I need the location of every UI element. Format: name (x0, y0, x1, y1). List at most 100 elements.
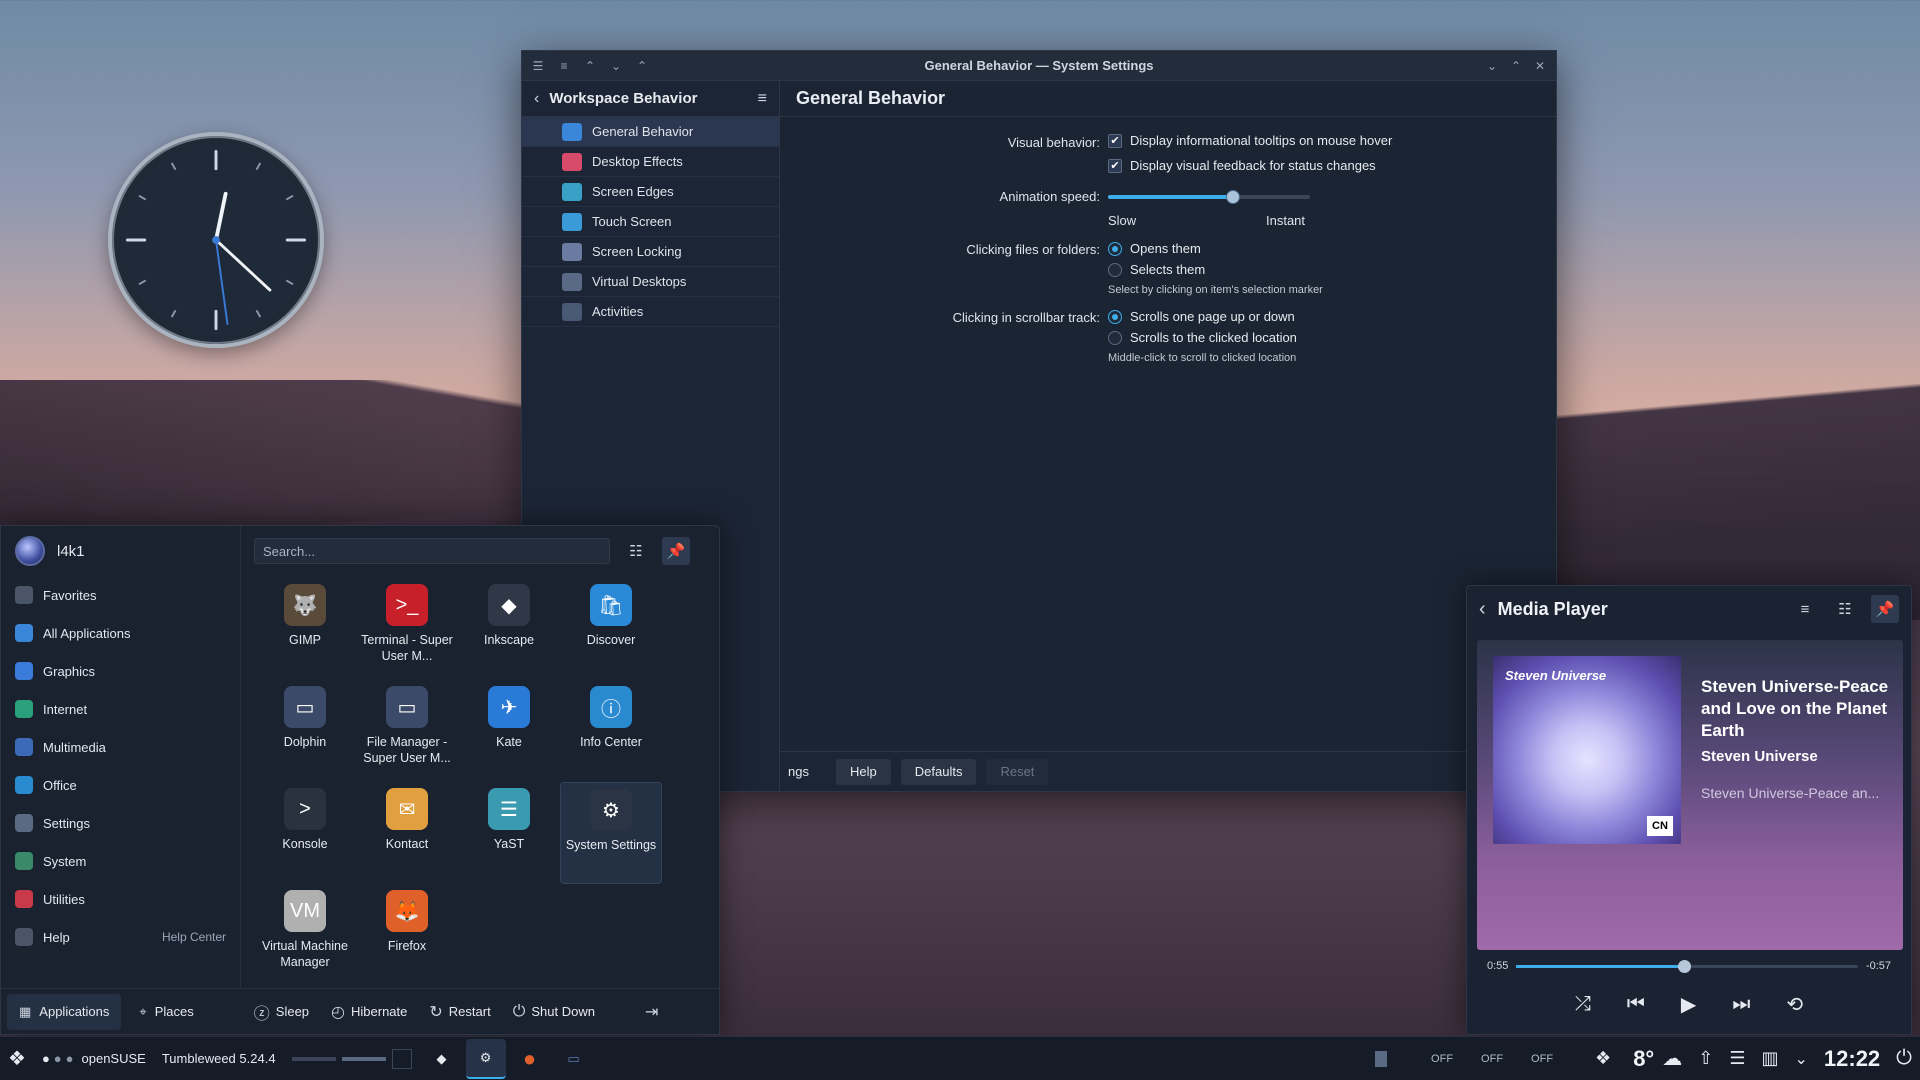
minimize-icon[interactable]: ⌄ (1482, 56, 1502, 76)
taskbar-dolphin[interactable]: ▭ (554, 1039, 594, 1079)
scroll-location-radio[interactable] (1108, 330, 1122, 345)
launcher-button[interactable]: ❖ (0, 1037, 34, 1080)
seek-slider[interactable] (1516, 959, 1858, 973)
pager[interactable] (284, 1037, 420, 1080)
app-inkscape[interactable]: ◆ Inkscape (458, 578, 560, 680)
app-menu-icon[interactable]: ☰ (528, 56, 548, 76)
scroll-page-radio[interactable] (1108, 309, 1122, 324)
category-favorites[interactable]: Favorites (1, 576, 240, 614)
sidebar-item-touch-screen[interactable]: Touch Screen (522, 207, 779, 237)
weather-cloud-icon[interactable]: ☁ (1654, 1037, 1690, 1080)
configure-icon[interactable]: ☷ (1831, 595, 1859, 623)
opens-them-radio[interactable] (1108, 241, 1122, 256)
app-terminal-super-user-m-[interactable]: >_ Terminal - Super User M... (356, 578, 458, 680)
leave-button[interactable]: ⇥ (645, 1002, 658, 1022)
defaults-button[interactable]: Defaults (900, 758, 977, 785)
seek-handle[interactable] (1677, 959, 1691, 973)
network-icon[interactable]: ☰ (1721, 1037, 1753, 1080)
keep-above-icon[interactable]: ⌃ (580, 56, 600, 76)
tooltip-checkbox[interactable]: ✔ (1108, 133, 1122, 148)
app-firefox[interactable]: 🦊 Firefox (356, 884, 458, 986)
search-input[interactable]: Search... (254, 538, 610, 564)
help-button[interactable]: Help (836, 758, 891, 785)
app-gimp[interactable]: 🐺 GIMP (254, 578, 356, 680)
category-multimedia[interactable]: Multimedia (1, 728, 240, 766)
app-kate[interactable]: ✈ Kate (458, 680, 560, 782)
pin-icon[interactable]: 📌 (662, 537, 690, 565)
kde-connect-icon[interactable]: ❖ (1587, 1037, 1619, 1080)
sidebar-item-virtual-desktops[interactable]: Virtual Desktops (522, 267, 779, 297)
power-icon[interactable]: ⏻ (1888, 1037, 1920, 1080)
selects-them-label[interactable]: Selects them (1130, 262, 1205, 277)
app-file-manager-super-user-m-[interactable]: ▭ File Manager - Super User M... (356, 680, 458, 782)
app-discover[interactable]: 🛍 Discover (560, 578, 662, 680)
applications-tab[interactable]: ▦ Applications (7, 993, 122, 1030)
menu-icon[interactable]: ≡ (1791, 595, 1819, 623)
shade-icon[interactable]: ⌃ (632, 56, 652, 76)
category-settings[interactable]: Settings (1, 804, 240, 842)
footer-partial-label[interactable]: ngs (788, 764, 836, 779)
places-tab[interactable]: ⌖ Places (127, 994, 205, 1030)
previous-icon[interactable]: ⏮ (1627, 993, 1645, 1016)
back-arrow-icon[interactable]: ‹ (1479, 598, 1486, 621)
category-internet[interactable]: Internet (1, 690, 240, 728)
toggle-off-1[interactable]: OFF (1431, 1053, 1453, 1065)
configure-icon[interactable]: ☷ (622, 537, 650, 565)
maximize-icon[interactable]: ⌃ (1506, 56, 1526, 76)
tooltip-option-label[interactable]: Display informational tooltips on mouse … (1130, 133, 1392, 148)
app-info-center[interactable]: ⓘ Info Center (560, 680, 662, 782)
feedback-checkbox[interactable]: ✔ (1108, 158, 1122, 173)
menu-icon[interactable]: ≡ (554, 56, 574, 76)
app-kontact[interactable]: ✉ Kontact (356, 782, 458, 884)
media-player-widget[interactable]: ‹ Media Player ≡ ☷ 📌 Steven Universe CN … (1466, 585, 1912, 1035)
restart-button[interactable]: ↻ Restart (429, 1002, 490, 1022)
animation-speed-slider[interactable] (1108, 190, 1310, 204)
avatar[interactable] (15, 536, 45, 566)
scroll-page-label[interactable]: Scrolls one page up or down (1130, 309, 1295, 324)
temperature[interactable]: 8° (1633, 1046, 1654, 1072)
window-titlebar[interactable]: ☰ ≡ ⌃ ⌄ ⌃ General Behavior — System Sett… (522, 51, 1556, 81)
hibernate-button[interactable]: ◴ Hibernate (331, 1002, 407, 1022)
category-all-applications[interactable]: All Applications (1, 614, 240, 652)
sidebar-item-desktop-effects[interactable]: Desktop Effects (522, 147, 779, 177)
app-dolphin[interactable]: ▭ Dolphin (254, 680, 356, 782)
selects-them-radio[interactable] (1108, 262, 1122, 277)
toggle-off-3[interactable]: OFF (1531, 1053, 1553, 1065)
hamburger-menu-icon[interactable]: ≡ (758, 90, 767, 108)
category-utilities[interactable]: Utilities (1, 880, 240, 918)
taskbar-firefox[interactable]: ● (510, 1039, 550, 1079)
sleep-button[interactable]: ⓩ Sleep (254, 1000, 309, 1024)
toggle-off-2[interactable]: OFF (1481, 1053, 1503, 1065)
category-graphics[interactable]: Graphics (1, 652, 240, 690)
shutdown-button[interactable]: ⏻ Shut Down (513, 1003, 595, 1021)
app-system-settings[interactable]: ⚙ System Settings (560, 782, 662, 884)
keep-below-icon[interactable]: ⌄ (606, 56, 626, 76)
application-launcher[interactable]: l4k1 Favorites All Applications Graphics In… (0, 525, 720, 1035)
app-virtual-machine-manager[interactable]: VM Virtual Machine Manager (254, 884, 356, 986)
pin-icon[interactable]: 📌 (1871, 595, 1899, 623)
sidebar-item-activities[interactable]: Activities (522, 297, 779, 327)
clipboard-icon[interactable]: ▥ (1753, 1037, 1786, 1080)
taskbar-system-settings[interactable]: ⚙ (465, 1038, 506, 1079)
play-icon[interactable]: ▶ (1681, 992, 1696, 1017)
taskbar-inkscape[interactable]: ◆ (422, 1039, 462, 1079)
app-yast[interactable]: ☰ YaST (458, 782, 560, 884)
sidebar-item-screen-locking[interactable]: Screen Locking (522, 237, 779, 267)
app-konsole[interactable]: > Konsole (254, 782, 356, 884)
back-arrow-icon[interactable]: ‹ (534, 90, 539, 108)
feedback-option-label[interactable]: Display visual feedback for status chang… (1130, 158, 1376, 173)
digital-clock[interactable]: 12:22 (1816, 1046, 1888, 1072)
updates-icon[interactable]: ⇧ (1690, 1037, 1721, 1080)
shuffle-icon[interactable]: ⤮ (1575, 993, 1591, 1016)
slider-handle[interactable] (1226, 190, 1241, 204)
analog-clock-widget[interactable] (108, 132, 324, 348)
sidebar-item-screen-edges[interactable]: Screen Edges (522, 177, 779, 207)
scroll-location-label[interactable]: Scrolls to the clicked location (1130, 330, 1297, 345)
category-system[interactable]: System (1, 842, 240, 880)
sidebar-item-general-behavior[interactable]: General Behavior (522, 117, 779, 147)
opens-them-label[interactable]: Opens them (1130, 241, 1201, 256)
category-office[interactable]: Office (1, 766, 240, 804)
close-icon[interactable]: ✕ (1530, 56, 1550, 76)
next-icon[interactable]: ⏭ (1732, 993, 1750, 1016)
category-help[interactable]: Help Help Center (1, 918, 240, 956)
